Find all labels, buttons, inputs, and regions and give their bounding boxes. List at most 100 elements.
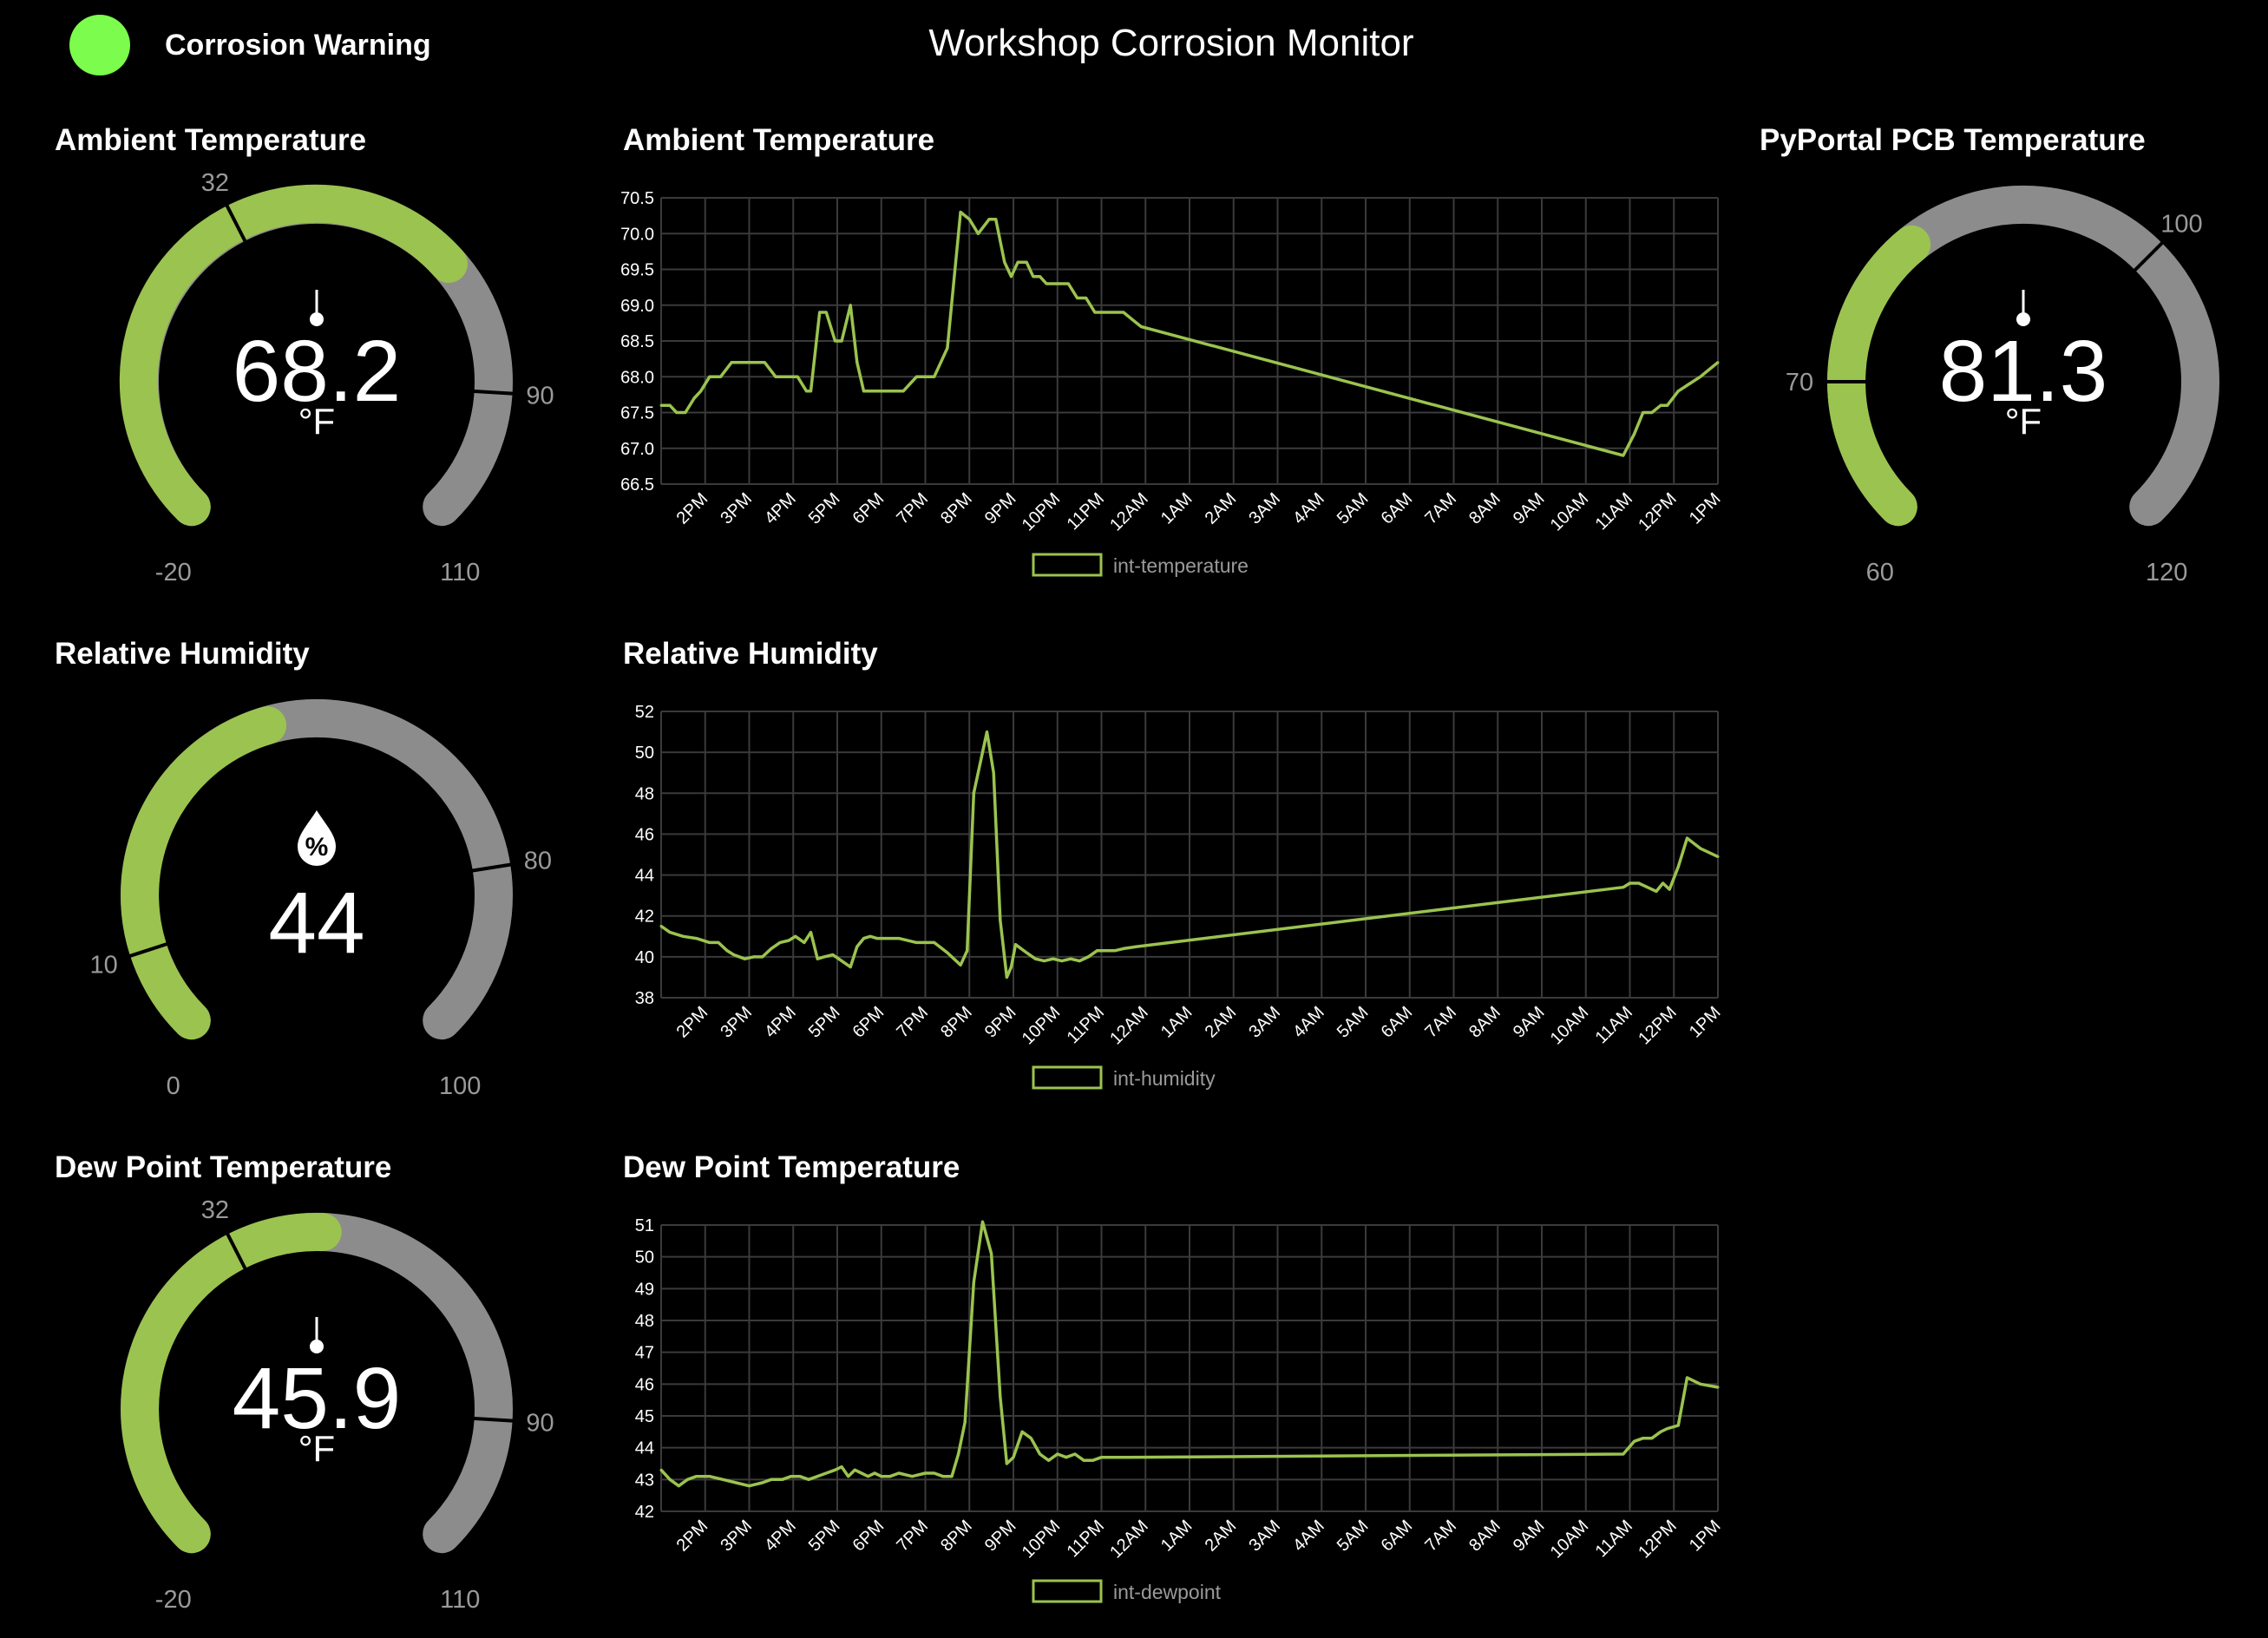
data-point [994, 218, 998, 221]
data-point [1699, 375, 1702, 378]
gauge-unit: °F [298, 1428, 335, 1469]
x-tick-label: 11PM [1064, 1517, 1108, 1561]
data-point [1009, 275, 1013, 278]
x-tick-label: 7AM [1421, 1517, 1460, 1556]
data-point [1716, 361, 1720, 364]
data-point [1637, 881, 1641, 885]
data-point [1033, 957, 1037, 960]
x-tick-label: 12AM [1106, 489, 1152, 535]
x-tick-label: 2PM [673, 1517, 712, 1556]
data-point [1086, 955, 1090, 959]
x-tick-label: 6AM [1378, 1003, 1417, 1042]
data-point [781, 1477, 784, 1481]
data-point [853, 1468, 856, 1471]
data-point [1052, 957, 1055, 960]
data-point [972, 1281, 975, 1284]
data-point [725, 949, 729, 953]
legend-label[interactable]: int-humidity [1113, 1067, 1216, 1090]
legend-swatch[interactable] [1032, 1065, 1103, 1090]
legend-label[interactable]: int-temperature [1113, 554, 1249, 577]
data-point [721, 1477, 724, 1481]
data-point [833, 339, 836, 343]
data-point [1003, 260, 1006, 264]
data-point [1012, 1456, 1015, 1459]
y-tick-label: 38 [635, 989, 654, 1008]
data-point [1060, 960, 1064, 963]
data-point [1699, 847, 1702, 850]
x-tick-label: 2PM [673, 1003, 712, 1042]
data-point [1038, 275, 1041, 278]
data-point [1009, 966, 1013, 969]
legend-swatch[interactable] [1032, 1579, 1103, 1603]
data-point [824, 1471, 828, 1475]
legend-swatch[interactable] [1032, 553, 1103, 577]
x-tick-label: 1AM [1157, 489, 1196, 528]
x-tick-label: 5AM [1334, 1517, 1373, 1556]
x-tick-label: 2AM [1202, 1517, 1241, 1556]
data-point [807, 1477, 810, 1481]
y-tick-label: 70.0 [620, 225, 654, 244]
data-point [914, 940, 918, 944]
data-point [798, 1475, 802, 1478]
x-tick-label: 3PM [717, 1517, 756, 1556]
data-point [803, 940, 806, 944]
temperature-chart: 70.570.069.569.068.568.067.567.066.52PM 3… [620, 189, 1724, 577]
data-point [1014, 943, 1018, 947]
data-point [752, 955, 756, 959]
y-tick-label: 44 [635, 1439, 654, 1458]
data-point [855, 361, 859, 364]
x-tick-label: 1PM [1686, 489, 1725, 528]
legend-label[interactable]: int-dewpoint [1113, 1581, 1222, 1603]
data-point [847, 1475, 850, 1478]
x-tick-label: 1AM [1157, 1517, 1196, 1556]
gauge-threshold-label: 90 [526, 383, 554, 410]
data-point [1029, 1437, 1032, 1440]
data-point [695, 1475, 698, 1478]
x-tick-label: 11PM [1064, 1003, 1108, 1047]
data-point [1082, 1458, 1085, 1462]
x-tick-label: 1PM [1686, 1517, 1725, 1556]
data-point [1676, 1424, 1680, 1427]
gauge-max-label: 120 [2146, 559, 2187, 586]
gauge-threshold-label: 80 [524, 848, 552, 875]
data-point [873, 1471, 876, 1475]
y-tick-label: 42 [635, 1503, 654, 1522]
data-point [778, 940, 782, 944]
data-point [999, 1395, 1002, 1399]
data-point [897, 1471, 901, 1475]
y-tick-label: 42 [635, 907, 654, 927]
x-tick-label: 12PM [1635, 1003, 1681, 1049]
data-point [804, 390, 808, 393]
gauge-max-label: 110 [440, 559, 480, 586]
data-point [1065, 1456, 1068, 1459]
data-point [946, 346, 949, 350]
data-point [1135, 945, 1138, 948]
x-tick-label: 12AM [1106, 1517, 1152, 1563]
data-point [1716, 855, 1720, 858]
data-point [967, 218, 971, 221]
data-point [1666, 403, 1669, 407]
x-tick-label: 3AM [1245, 1003, 1284, 1042]
data-point [910, 1475, 914, 1478]
data-point [1095, 949, 1098, 953]
gauge-unit: °F [2005, 401, 2042, 442]
data-point [790, 1475, 793, 1478]
data-point [1085, 297, 1088, 299]
x-tick-label: 3PM [717, 489, 756, 528]
humidity-chart: 52 50 48 46 44 42 40 38 2PM 3PM 4PM 5PM 6PM 7PM 8PM 9PM… [635, 703, 1725, 1090]
data-point [816, 957, 819, 960]
data-point [992, 771, 995, 775]
data-point [1066, 282, 1070, 285]
data-point [1058, 282, 1061, 285]
data-point [1708, 368, 1711, 371]
data-point [1032, 275, 1035, 278]
x-tick-label: 7AM [1421, 489, 1460, 528]
gauge-unit: °F [298, 401, 335, 442]
data-point [986, 731, 989, 734]
data-point [999, 918, 1002, 921]
data-point [685, 1477, 689, 1481]
x-tick-label: 4AM [1289, 1517, 1328, 1556]
data-point [734, 1481, 737, 1484]
data-point [1655, 889, 1658, 893]
x-tick-label: 6AM [1378, 489, 1417, 528]
